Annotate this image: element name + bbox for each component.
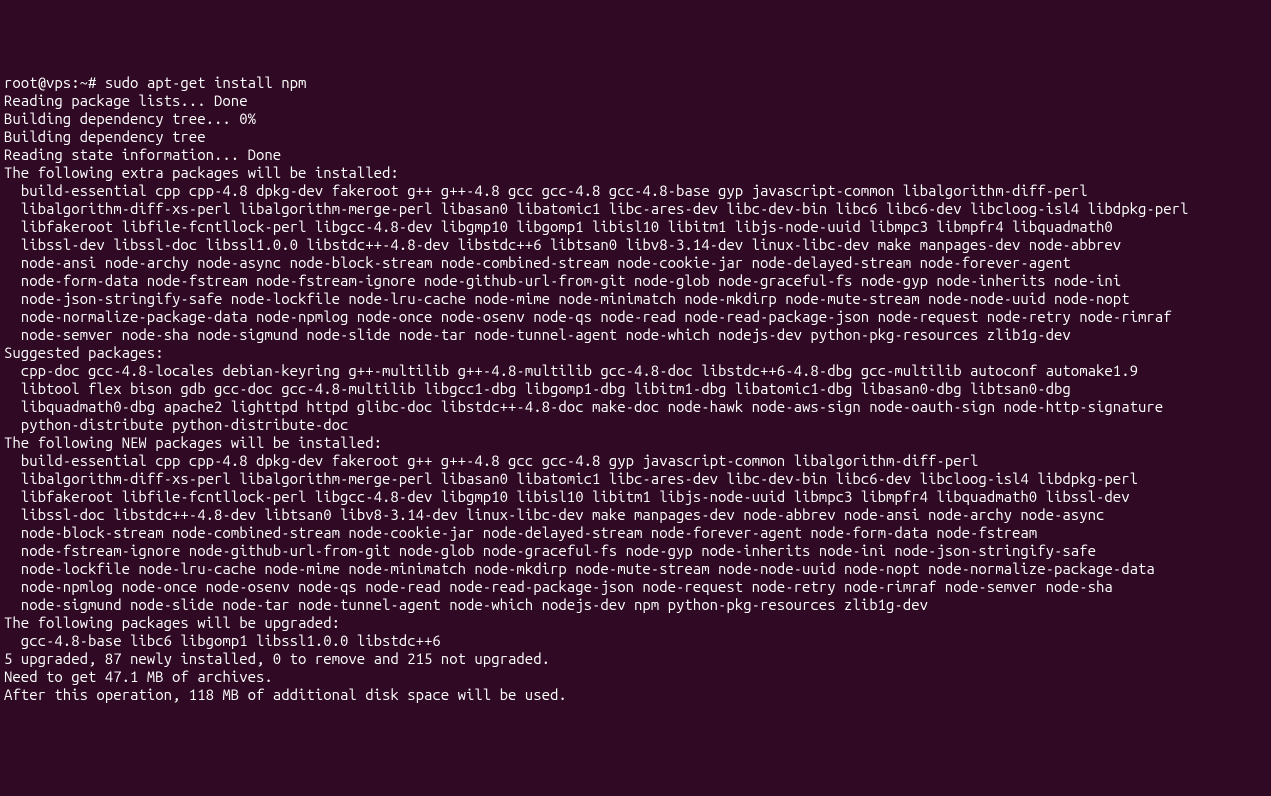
package-line: node-json-stringify-safe node-lockfile n… bbox=[4, 290, 1267, 308]
package-line: python-distribute python-distribute-doc bbox=[4, 416, 1267, 434]
package-line: node-form-data node-fstream node-fstream… bbox=[4, 272, 1267, 290]
section-header: Suggested packages: bbox=[4, 344, 1267, 362]
summary-line: After this operation, 118 MB of addition… bbox=[4, 686, 1267, 704]
output-line: Building dependency tree... 0% bbox=[4, 110, 1267, 128]
package-line: libtool flex bison gdb gcc-doc gcc-4.8-m… bbox=[4, 380, 1267, 398]
section-header: The following packages will be upgraded: bbox=[4, 614, 1267, 632]
package-line: node-ansi node-archy node-async node-blo… bbox=[4, 254, 1267, 272]
package-line: node-normalize-package-data node-npmlog … bbox=[4, 308, 1267, 326]
prompt-line: root@vps:~# sudo apt-get install npm bbox=[4, 74, 1267, 92]
package-line: node-fstream-ignore node-github-url-from… bbox=[4, 542, 1267, 560]
package-line: node-semver node-sha node-sigmund node-s… bbox=[4, 326, 1267, 344]
output-line: Building dependency tree bbox=[4, 128, 1267, 146]
summary-line: Need to get 47.1 MB of archives. bbox=[4, 668, 1267, 686]
package-line: node-sigmund node-slide node-tar node-tu… bbox=[4, 596, 1267, 614]
package-line: libquadmath0-dbg apache2 lighttpd httpd … bbox=[4, 398, 1267, 416]
shell-prompt: root@vps:~# bbox=[4, 74, 105, 91]
command-text: sudo apt-get install npm bbox=[105, 74, 307, 91]
package-line: libssl-dev libssl-doc libssl1.0.0 libstd… bbox=[4, 236, 1267, 254]
package-line: libfakeroot libfile-fcntllock-perl libgc… bbox=[4, 218, 1267, 236]
package-line: node-lockfile node-lru-cache node-mime n… bbox=[4, 560, 1267, 578]
package-line: gcc-4.8-base libc6 libgomp1 libssl1.0.0 … bbox=[4, 632, 1267, 650]
package-line: node-npmlog node-once node-osenv node-qs… bbox=[4, 578, 1267, 596]
package-line: libfakeroot libfile-fcntllock-perl libgc… bbox=[4, 488, 1267, 506]
package-line: cpp-doc gcc-4.8-locales debian-keyring g… bbox=[4, 362, 1267, 380]
package-line: node-block-stream node-combined-stream n… bbox=[4, 524, 1267, 542]
package-line: build-essential cpp cpp-4.8 dpkg-dev fak… bbox=[4, 452, 1267, 470]
output-line: The following extra packages will be ins… bbox=[4, 164, 1267, 182]
output-line: Reading package lists... Done bbox=[4, 92, 1267, 110]
summary-line: 5 upgraded, 87 newly installed, 0 to rem… bbox=[4, 650, 1267, 668]
package-line: libalgorithm-diff-xs-perl libalgorithm-m… bbox=[4, 200, 1267, 218]
terminal-output[interactable]: root@vps:~# sudo apt-get install npmRead… bbox=[4, 74, 1267, 704]
output-line: Reading state information... Done bbox=[4, 146, 1267, 164]
package-line: libssl-doc libstdc++-4.8-dev libtsan0 li… bbox=[4, 506, 1267, 524]
package-line: libalgorithm-diff-xs-perl libalgorithm-m… bbox=[4, 470, 1267, 488]
section-header: The following NEW packages will be insta… bbox=[4, 434, 1267, 452]
package-line: build-essential cpp cpp-4.8 dpkg-dev fak… bbox=[4, 182, 1267, 200]
